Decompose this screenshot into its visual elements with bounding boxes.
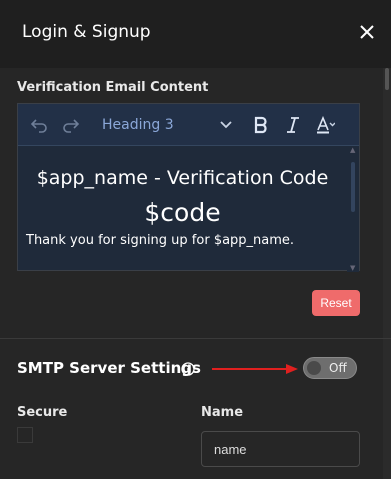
editor-toolbar: Heading 3	[18, 104, 359, 146]
toggle-label: Off	[329, 361, 347, 375]
scroll-up-icon[interactable]: ▲	[350, 146, 355, 154]
editor-scrollbar[interactable]: ▲ ▼	[347, 146, 359, 272]
reset-button[interactable]: Reset	[312, 290, 360, 316]
heading-select-value: Heading 3	[102, 116, 174, 133]
panel-scrollbar[interactable]	[383, 68, 391, 479]
editor-content[interactable]: $app_name - Verification Code $code Than…	[18, 146, 349, 272]
modal-title: Login & Signup	[22, 22, 151, 42]
verification-email-label: Verification Email Content	[17, 80, 209, 95]
text-color-icon[interactable]	[314, 114, 336, 136]
chevron-down-icon	[219, 117, 232, 133]
verification-email-editor[interactable]: Heading 3 $app_name - Verification Code	[17, 103, 360, 272]
info-icon[interactable]	[181, 361, 195, 376]
name-label: Name	[201, 405, 244, 420]
email-code: $code	[144, 198, 221, 227]
name-input[interactable]	[201, 431, 360, 467]
section-divider	[0, 338, 391, 339]
redo-icon[interactable]	[60, 114, 82, 136]
scroll-down-icon[interactable]: ▼	[350, 264, 355, 272]
secure-label: Secure	[17, 405, 68, 420]
email-heading: $app_name - Verification Code	[36, 167, 329, 189]
smtp-settings-title: SMTP Server Settings	[17, 359, 201, 377]
close-icon[interactable]	[355, 20, 379, 44]
italic-icon[interactable]	[282, 114, 304, 136]
email-paragraph: Thank you for signing up for $app_name.	[26, 233, 295, 248]
toggle-knob	[307, 361, 321, 375]
heading-select[interactable]: Heading 3	[102, 117, 232, 133]
modal-header: Login & Signup	[0, 0, 391, 68]
annotation-arrow	[212, 361, 300, 375]
smtp-toggle[interactable]: Off	[303, 357, 357, 379]
secure-checkbox[interactable]	[17, 427, 33, 443]
bold-icon[interactable]	[250, 114, 272, 136]
undo-icon[interactable]	[28, 114, 50, 136]
editor-scroll-thumb[interactable]	[351, 162, 355, 212]
panel-scroll-thumb[interactable]	[385, 68, 389, 90]
